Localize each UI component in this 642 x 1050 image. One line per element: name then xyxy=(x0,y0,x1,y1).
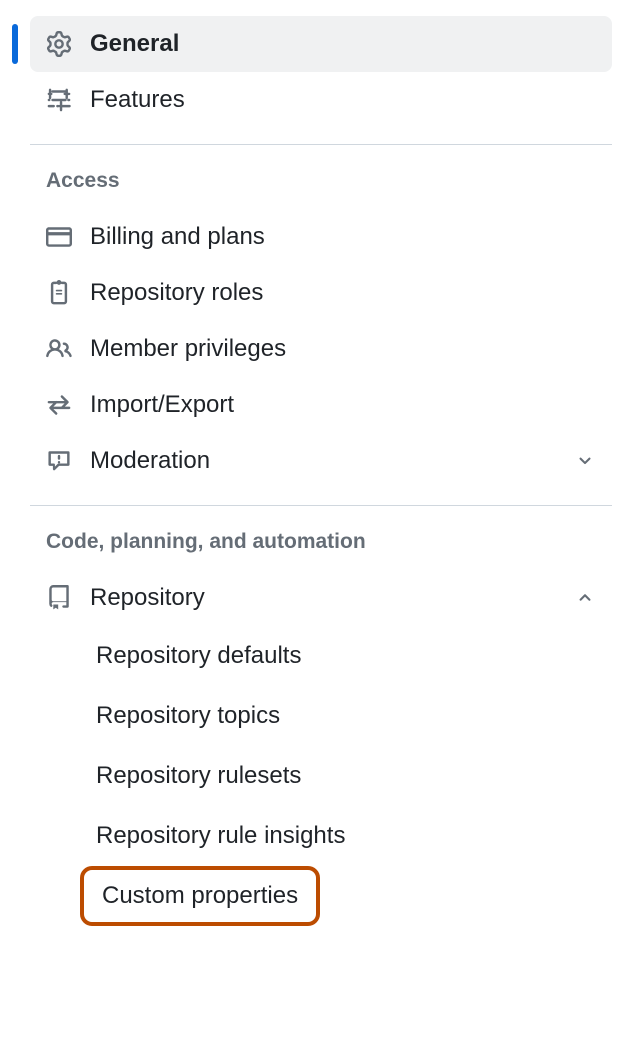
divider xyxy=(30,144,612,145)
chevron-down-icon xyxy=(574,450,596,472)
divider xyxy=(30,505,612,506)
sidebar-subitem-repository-defaults[interactable]: Repository defaults xyxy=(80,626,612,686)
settings-sidebar: General Features xyxy=(30,16,612,128)
arrows-switch-icon xyxy=(46,392,72,418)
section-header-code: Code, planning, and automation xyxy=(30,530,612,570)
credit-card-icon xyxy=(46,224,72,250)
sidebar-item-label: Moderation xyxy=(90,447,210,475)
sidebar-subitem-label: Repository rulesets xyxy=(96,762,301,789)
sidebar-item-features[interactable]: Features xyxy=(30,72,612,128)
sidebar-item-label: General xyxy=(90,30,179,58)
sidebar-item-label: Features xyxy=(90,86,185,114)
sidebar-item-repository[interactable]: Repository xyxy=(30,570,612,626)
sidebar-item-member-privileges[interactable]: Member privileges xyxy=(30,321,612,377)
sidebar-subitem-label: Repository topics xyxy=(96,702,280,729)
repository-subitems: Repository defaults Repository topics Re… xyxy=(30,626,612,866)
sidebar-subitem-label: Repository defaults xyxy=(96,642,301,669)
repo-icon xyxy=(46,585,72,611)
sidebar-subitem-repository-topics[interactable]: Repository topics xyxy=(80,686,612,746)
sidebar-item-label: Import/Export xyxy=(90,391,234,419)
sidebar-subitem-label: Repository rule insights xyxy=(96,822,345,849)
section-header-access: Access xyxy=(30,169,612,209)
sidebar-item-moderation[interactable]: Moderation xyxy=(30,433,612,489)
sidebar-subitem-label: Custom properties xyxy=(102,882,298,909)
gear-icon xyxy=(46,31,72,57)
sidebar-item-general[interactable]: General xyxy=(30,16,612,72)
sidebar-item-label: Member privileges xyxy=(90,335,286,363)
sidebar-subitem-custom-properties[interactable]: Custom properties xyxy=(80,866,320,926)
sidebar-item-label: Billing and plans xyxy=(90,223,265,251)
sidebar-subitem-repository-rulesets[interactable]: Repository rulesets xyxy=(80,746,612,806)
sidebar-item-billing[interactable]: Billing and plans xyxy=(30,209,612,265)
people-icon xyxy=(46,336,72,362)
report-icon xyxy=(46,448,72,474)
sidebar-subitem-repository-rule-insights[interactable]: Repository rule insights xyxy=(80,806,612,866)
chevron-up-icon xyxy=(574,587,596,609)
sidebar-item-import-export[interactable]: Import/Export xyxy=(30,377,612,433)
id-badge-icon xyxy=(46,280,72,306)
sidebar-item-repository-roles[interactable]: Repository roles xyxy=(30,265,612,321)
sidebar-item-label: Repository roles xyxy=(90,279,263,307)
sliders-icon xyxy=(46,87,72,113)
sidebar-item-label: Repository xyxy=(90,584,205,612)
